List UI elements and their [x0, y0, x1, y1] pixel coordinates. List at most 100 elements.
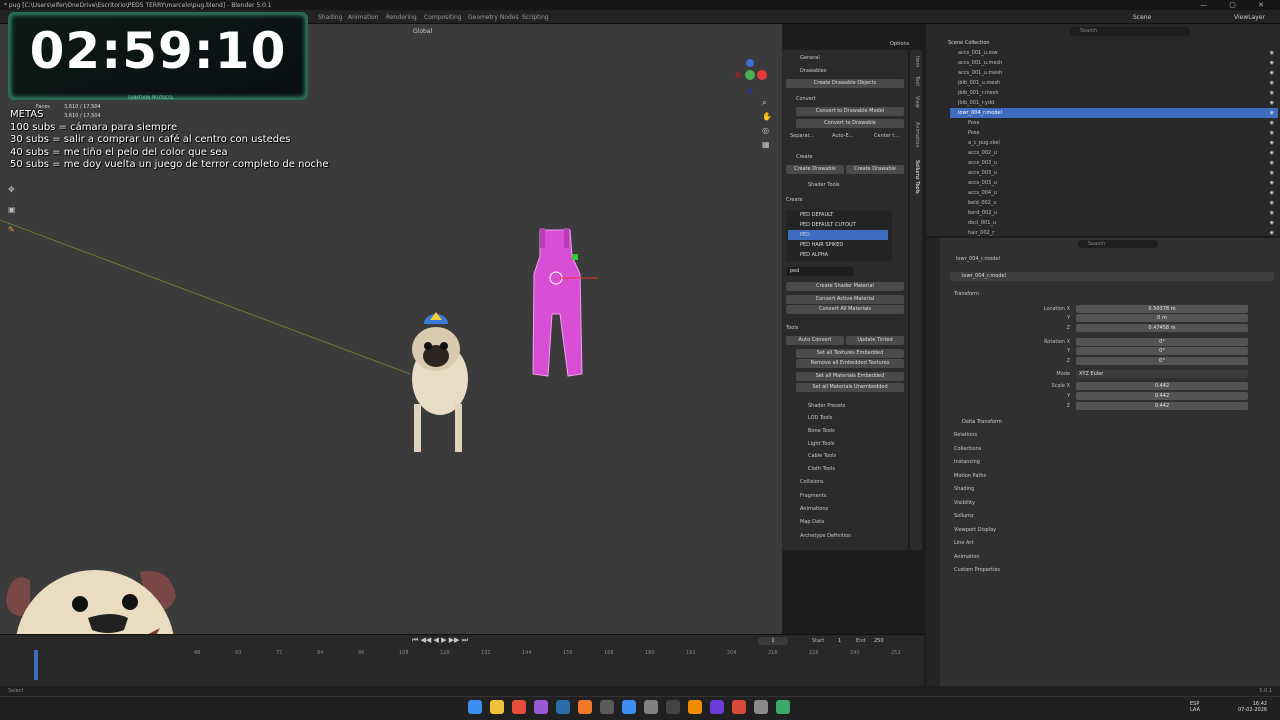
shader-item[interactable]: PED ALPHA: [788, 250, 888, 260]
object-name-field[interactable]: lowr_004_r.model: [950, 272, 1274, 281]
subsection-light-tools[interactable]: Light Tools: [808, 441, 834, 447]
visibility-eye-icon[interactable]: ◉: [1270, 78, 1274, 88]
visibility-eye-icon[interactable]: ◉: [1270, 208, 1274, 218]
language-indicator[interactable]: ESP LAA: [1190, 701, 1200, 713]
outliner-row[interactable]: lowr_004_r.model ◉: [950, 108, 1278, 118]
playhead[interactable]: [34, 650, 38, 680]
set-materials-unembedded-button[interactable]: Set all Materials Unembedded: [796, 383, 904, 392]
properties-section[interactable]: Relations: [954, 432, 977, 438]
outliner-row[interactable]: Pose ◉: [950, 118, 1278, 128]
center-checkbox[interactable]: Center t...: [874, 133, 899, 139]
create-drawable-objects-button[interactable]: Create Drawable Objects: [786, 79, 904, 88]
outliner-row[interactable]: accs_001_u.ssw ◉: [950, 48, 1278, 58]
visibility-eye-icon[interactable]: ◉: [1270, 218, 1274, 228]
properties-section[interactable]: Viewport Display: [954, 527, 996, 533]
location-x-field[interactable]: 0.50378 m: [1076, 305, 1248, 313]
tab-sollumz-tools[interactable]: Sollumz Tools: [912, 160, 920, 194]
visibility-eye-icon[interactable]: ◉: [1270, 88, 1274, 98]
create-shader-material-button[interactable]: Create Shader Material: [786, 282, 904, 291]
settings-icon[interactable]: [644, 700, 658, 714]
outliner-row[interactable]: jbib_001_r.ydd ◉: [950, 98, 1278, 108]
properties-section[interactable]: Motion Paths: [954, 473, 986, 479]
steam-icon[interactable]: [556, 700, 570, 714]
convert-drawable-button[interactable]: Convert to Drawable: [796, 119, 904, 128]
outliner-search[interactable]: Search: [1070, 27, 1190, 36]
convert-drawable-model-button[interactable]: Convert to Drawable Model: [796, 107, 904, 116]
scale-y-field[interactable]: 0.442: [1076, 392, 1248, 400]
visibility-eye-icon[interactable]: ◉: [1270, 228, 1274, 238]
viewlayer-selector[interactable]: ViewLayer: [1234, 14, 1265, 21]
outliner-row[interactable]: a_c_pug.skel ◉: [950, 138, 1278, 148]
section-map-data[interactable]: Map Data: [800, 519, 824, 525]
clock[interactable]: 16:42 07-02-2026: [1238, 701, 1267, 713]
windows-icon[interactable]: [468, 700, 482, 714]
navigation-gizmo[interactable]: ⌕ ✋ ◎ ▦: [728, 55, 774, 155]
auto-embed-checkbox[interactable]: Auto-E...: [832, 133, 853, 139]
create-drawable-button-2[interactable]: Create Drawable: [846, 165, 904, 174]
section-archetype-definition[interactable]: Archetype Definition: [800, 533, 851, 539]
section-animations[interactable]: Animations: [800, 506, 828, 512]
outliner-row[interactable]: accs_004_u ◉: [950, 188, 1278, 198]
files-icon[interactable]: [490, 700, 504, 714]
visibility-eye-icon[interactable]: ◉: [1270, 168, 1274, 178]
app1-icon[interactable]: [534, 700, 548, 714]
update-tinted-button[interactable]: Update Tinted: [846, 336, 904, 345]
tab-geometry-nodes[interactable]: Geometry Nodes: [468, 14, 519, 21]
separate-checkbox[interactable]: Separat...: [790, 133, 814, 139]
visibility-eye-icon[interactable]: ◉: [1270, 178, 1274, 188]
browser-icon[interactable]: [622, 700, 636, 714]
shader-filter-input[interactable]: ped: [786, 267, 854, 276]
properties-section[interactable]: Instancing: [954, 459, 980, 465]
tab-animation[interactable]: Animation: [348, 14, 379, 21]
visibility-eye-icon[interactable]: ◉: [1270, 108, 1274, 118]
shader-item[interactable]: PED DEFAULT: [788, 210, 888, 220]
blender-icon[interactable]: [688, 700, 702, 714]
visibility-eye-icon[interactable]: ◉: [1270, 118, 1274, 128]
scene-selector[interactable]: Scene: [1133, 14, 1151, 21]
visibility-eye-icon[interactable]: ◉: [1270, 198, 1274, 208]
outliner-row[interactable]: jbib_001_u.mesh ◉: [950, 78, 1278, 88]
orientation-dropdown[interactable]: Global: [413, 28, 432, 35]
outliner-row[interactable]: accs_003_u ◉: [950, 178, 1278, 188]
outliner-row[interactable]: hair_002_r ◉: [950, 228, 1278, 238]
outliner-row[interactable]: berd_002_u ◉: [950, 208, 1278, 218]
create-drawable-button-1[interactable]: Create Drawable: [786, 165, 844, 174]
tab-tool[interactable]: Tool: [912, 76, 920, 86]
visibility-eye-icon[interactable]: ◉: [1270, 48, 1274, 58]
visibility-eye-icon[interactable]: ◉: [1270, 68, 1274, 78]
tab-shading[interactable]: Shading: [318, 14, 342, 21]
scale-x-field[interactable]: 0.442: [1076, 382, 1248, 390]
section-collisions[interactable]: Collisions: [800, 479, 824, 485]
current-frame-field[interactable]: 1: [758, 637, 788, 645]
properties-section[interactable]: Animation: [954, 554, 980, 560]
location-z-field[interactable]: 0.47458 m: [1076, 324, 1248, 332]
tab-rendering[interactable]: Rendering: [386, 14, 417, 21]
properties-search[interactable]: Search: [1078, 240, 1158, 248]
subsection-shader-presets[interactable]: Shader Presets: [808, 403, 846, 409]
properties-section[interactable]: Line Art: [954, 540, 973, 546]
shader-item[interactable]: PED HAIR SPIKED: [788, 240, 888, 250]
app3-icon[interactable]: [710, 700, 724, 714]
terminal-icon[interactable]: [666, 700, 680, 714]
obs-icon[interactable]: [600, 700, 614, 714]
rotation-y-field[interactable]: 0°: [1076, 347, 1248, 355]
subsection-lod-tools[interactable]: LOD Tools: [808, 415, 832, 421]
visibility-eye-icon[interactable]: ◉: [1270, 188, 1274, 198]
tab-view[interactable]: View: [912, 96, 920, 108]
visibility-eye-icon[interactable]: ◉: [1270, 98, 1274, 108]
scale-z-field[interactable]: 0.442: [1076, 402, 1248, 410]
outliner-row[interactable]: beld_002_u ◉: [950, 198, 1278, 208]
rotation-z-field[interactable]: 0°: [1076, 357, 1248, 365]
tab-scripting[interactable]: Scripting: [522, 14, 549, 21]
set-textures-embedded-button[interactable]: Set all Textures Embedded: [796, 349, 904, 358]
box-tool-icon[interactable]: ▣: [8, 205, 18, 214]
outliner-row[interactable]: accs_001_u.mesh ◉: [950, 58, 1278, 68]
outliner-row[interactable]: accs_001_u.mesh ◉: [950, 68, 1278, 78]
app4-icon[interactable]: [732, 700, 746, 714]
outliner-row[interactable]: decl_001_u ◉: [950, 218, 1278, 228]
visibility-eye-icon[interactable]: ◉: [1270, 58, 1274, 68]
tab-item[interactable]: Item: [912, 56, 920, 67]
visibility-eye-icon[interactable]: ◉: [1270, 158, 1274, 168]
section-fragments[interactable]: Fragments: [800, 493, 827, 499]
remove-embedded-textures-button[interactable]: Remove all Embedded Textures: [796, 359, 904, 368]
